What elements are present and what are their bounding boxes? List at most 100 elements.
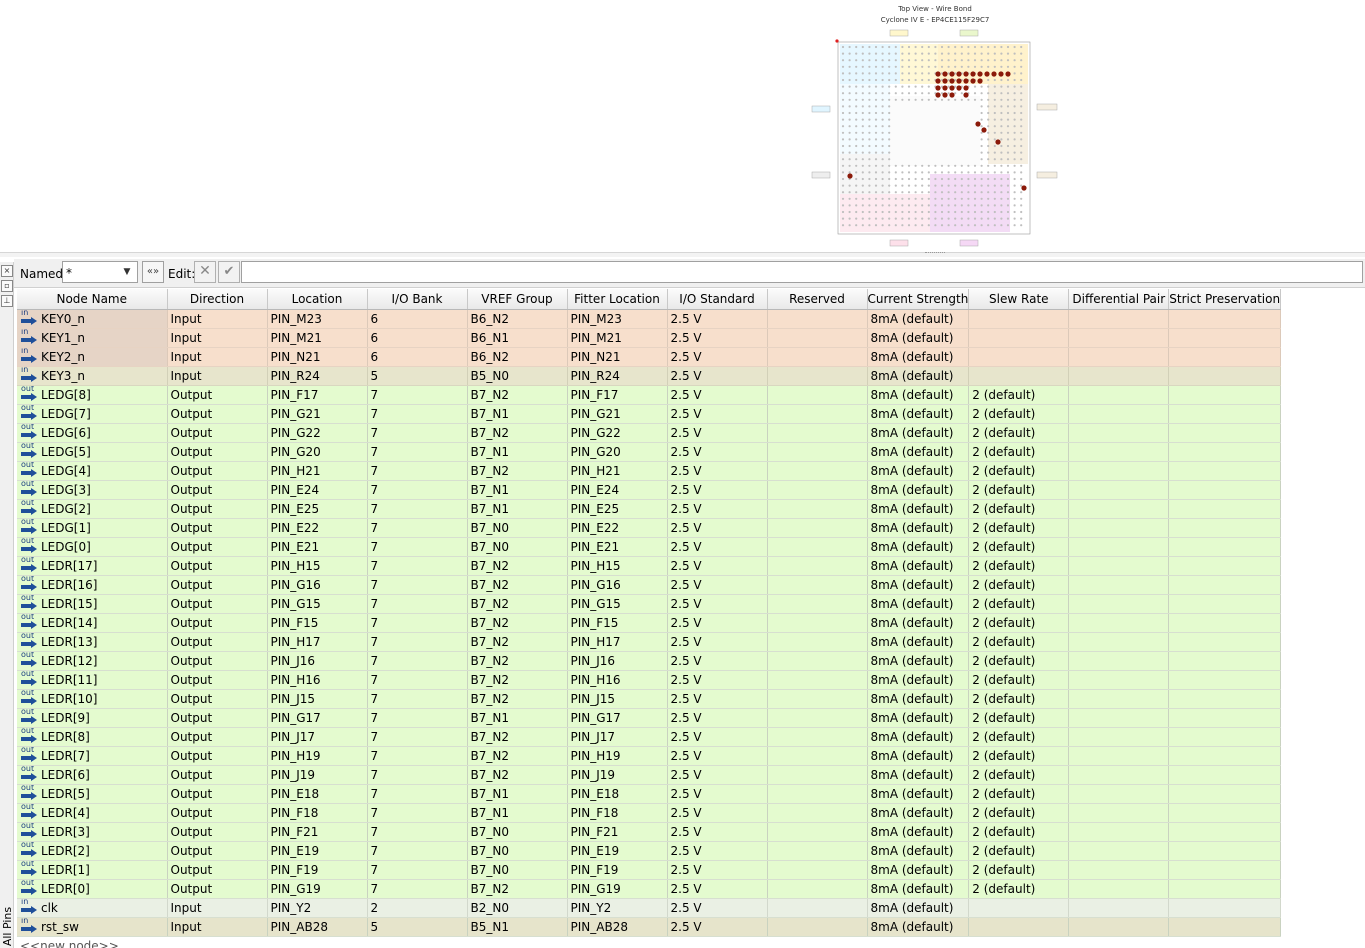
current-strength-cell[interactable]: 8mA (default) — [867, 670, 970, 690]
location-cell[interactable]: PIN_F21 — [267, 822, 368, 842]
io-bank-cell[interactable]: 7 — [367, 404, 468, 424]
io-bank-cell[interactable]: 7 — [367, 613, 468, 633]
io-bank-cell[interactable]: 7 — [367, 385, 468, 405]
io-standard-cell[interactable]: 2.5 V — [667, 575, 768, 595]
direction-cell[interactable]: Input — [167, 366, 268, 386]
fitter-location-cell[interactable]: PIN_J17 — [567, 727, 668, 747]
slew-rate-cell[interactable]: 2 (default) — [968, 423, 1070, 443]
io-standard-cell[interactable]: 2.5 V — [667, 556, 768, 576]
location-cell[interactable]: PIN_J15 — [267, 689, 368, 709]
slew-rate-cell[interactable]: 2 (default) — [968, 480, 1070, 500]
slew-rate-cell[interactable]: 2 (default) — [968, 860, 1070, 880]
table-row[interactable]: in rst_sw Input PIN_AB28 5 B5_N1 PIN_AB28 2.5 V… — [17, 917, 1282, 937]
location-cell[interactable]: PIN_E22 — [267, 518, 368, 538]
location-cell[interactable]: PIN_F17 — [267, 385, 368, 405]
io-bank-cell[interactable]: 7 — [367, 670, 468, 690]
strict-preservation-cell[interactable] — [1168, 898, 1282, 918]
strict-preservation-cell[interactable] — [1168, 632, 1282, 652]
vref-group-cell[interactable]: B7_N2 — [467, 632, 568, 652]
vref-group-cell[interactable]: B7_N2 — [467, 423, 568, 443]
strict-preservation-cell[interactable] — [1168, 556, 1282, 576]
vref-group-cell[interactable]: B7_N2 — [467, 879, 568, 899]
direction-cell[interactable]: Output — [167, 879, 268, 899]
reserved-cell[interactable] — [767, 651, 868, 671]
location-cell[interactable]: PIN_G20 — [267, 442, 368, 462]
location-cell[interactable]: PIN_G21 — [267, 404, 368, 424]
direction-cell[interactable]: Output — [167, 385, 268, 405]
reserved-cell[interactable] — [767, 765, 868, 785]
node-name-cell[interactable]: out LEDR[5] — [17, 784, 168, 804]
current-strength-cell[interactable]: 8mA (default) — [867, 879, 970, 899]
current-strength-cell[interactable]: 8mA (default) — [867, 727, 970, 747]
io-standard-cell[interactable]: 2.5 V — [667, 404, 768, 424]
node-name-cell[interactable]: in KEY3_n — [17, 366, 168, 386]
location-cell[interactable]: PIN_M21 — [267, 328, 368, 348]
slew-rate-cell[interactable]: 2 (default) — [968, 385, 1070, 405]
vref-group-cell[interactable]: B6_N2 — [467, 347, 568, 367]
node-name-cell[interactable]: in KEY0_n — [17, 309, 168, 329]
location-cell[interactable]: PIN_Y2 — [267, 898, 368, 918]
node-name-cell[interactable]: out LEDR[8] — [17, 727, 168, 747]
slew-rate-cell[interactable]: 2 (default) — [968, 803, 1070, 823]
reserved-cell[interactable] — [767, 860, 868, 880]
direction-cell[interactable]: Output — [167, 499, 268, 519]
location-cell[interactable]: PIN_H19 — [267, 746, 368, 766]
reserved-cell[interactable] — [767, 746, 868, 766]
reserved-cell[interactable] — [767, 917, 868, 937]
node-name-cell[interactable]: out LEDR[2] — [17, 841, 168, 861]
differential-pair-cell[interactable] — [1068, 556, 1170, 576]
slew-rate-cell[interactable]: 2 (default) — [968, 765, 1070, 785]
fitter-location-cell[interactable]: PIN_F17 — [567, 385, 668, 405]
node-name-cell[interactable]: out LEDR[3] — [17, 822, 168, 842]
io-standard-cell[interactable]: 2.5 V — [667, 499, 768, 519]
slew-rate-cell[interactable]: 2 (default) — [968, 651, 1070, 671]
slew-rate-cell[interactable]: 2 (default) — [968, 556, 1070, 576]
io-standard-cell[interactable]: 2.5 V — [667, 366, 768, 386]
view-splitter[interactable] — [0, 252, 1365, 257]
io-standard-cell[interactable]: 2.5 V — [667, 537, 768, 557]
differential-pair-cell[interactable] — [1068, 784, 1170, 804]
table-row[interactable]: out LEDR[16] Output PIN_G16 7 B7_N2 PIN_G16 2.5… — [17, 575, 1282, 595]
node-name-cell[interactable]: out LEDR[9] — [17, 708, 168, 728]
differential-pair-cell[interactable] — [1068, 461, 1170, 481]
strict-preservation-cell[interactable] — [1168, 404, 1282, 424]
strict-preservation-cell[interactable] — [1168, 480, 1282, 500]
slew-rate-cell[interactable]: 2 (default) — [968, 879, 1070, 899]
io-bank-cell[interactable]: 7 — [367, 594, 468, 614]
io-bank-cell[interactable]: 5 — [367, 917, 468, 937]
differential-pair-cell[interactable] — [1068, 347, 1170, 367]
fitter-location-cell[interactable]: PIN_F21 — [567, 822, 668, 842]
vref-group-cell[interactable]: B7_N1 — [467, 784, 568, 804]
differential-pair-cell[interactable] — [1068, 518, 1170, 538]
node-name-cell[interactable]: out LEDR[12] — [17, 651, 168, 671]
node-name-cell[interactable]: out LEDR[15] — [17, 594, 168, 614]
column-header-direction[interactable]: Direction — [167, 289, 268, 310]
io-standard-cell[interactable]: 2.5 V — [667, 385, 768, 405]
direction-cell[interactable]: Output — [167, 765, 268, 785]
splitter-grip[interactable] — [925, 252, 945, 257]
slew-rate-cell[interactable]: 2 (default) — [968, 841, 1070, 861]
vref-group-cell[interactable]: B7_N0 — [467, 822, 568, 842]
io-standard-cell[interactable]: 2.5 V — [667, 784, 768, 804]
node-name-cell[interactable]: in clk — [17, 898, 168, 918]
fitter-location-cell[interactable]: PIN_G20 — [567, 442, 668, 462]
vref-group-cell[interactable]: B7_N2 — [467, 727, 568, 747]
fitter-location-cell[interactable]: PIN_J15 — [567, 689, 668, 709]
direction-cell[interactable]: Output — [167, 860, 268, 880]
fitter-location-cell[interactable]: PIN_J19 — [567, 765, 668, 785]
differential-pair-cell[interactable] — [1068, 898, 1170, 918]
strict-preservation-cell[interactable] — [1168, 670, 1282, 690]
slew-rate-cell[interactable] — [968, 328, 1070, 348]
location-cell[interactable]: PIN_H15 — [267, 556, 368, 576]
reserved-cell[interactable] — [767, 518, 868, 538]
reserved-cell[interactable] — [767, 898, 868, 918]
strict-preservation-cell[interactable] — [1168, 803, 1282, 823]
pin-icon[interactable]: ⊥ — [1, 295, 13, 307]
strict-preservation-cell[interactable] — [1168, 765, 1282, 785]
slew-rate-cell[interactable]: 2 (default) — [968, 461, 1070, 481]
io-bank-cell[interactable]: 7 — [367, 461, 468, 481]
table-row[interactable]: out LEDG[6] Output PIN_G22 7 B7_N2 PIN_G22 2.5 … — [17, 423, 1282, 443]
table-row[interactable]: out LEDR[12] Output PIN_J16 7 B7_N2 PIN_J16 2.5… — [17, 651, 1282, 671]
differential-pair-cell[interactable] — [1068, 423, 1170, 443]
current-strength-cell[interactable]: 8mA (default) — [867, 556, 970, 576]
